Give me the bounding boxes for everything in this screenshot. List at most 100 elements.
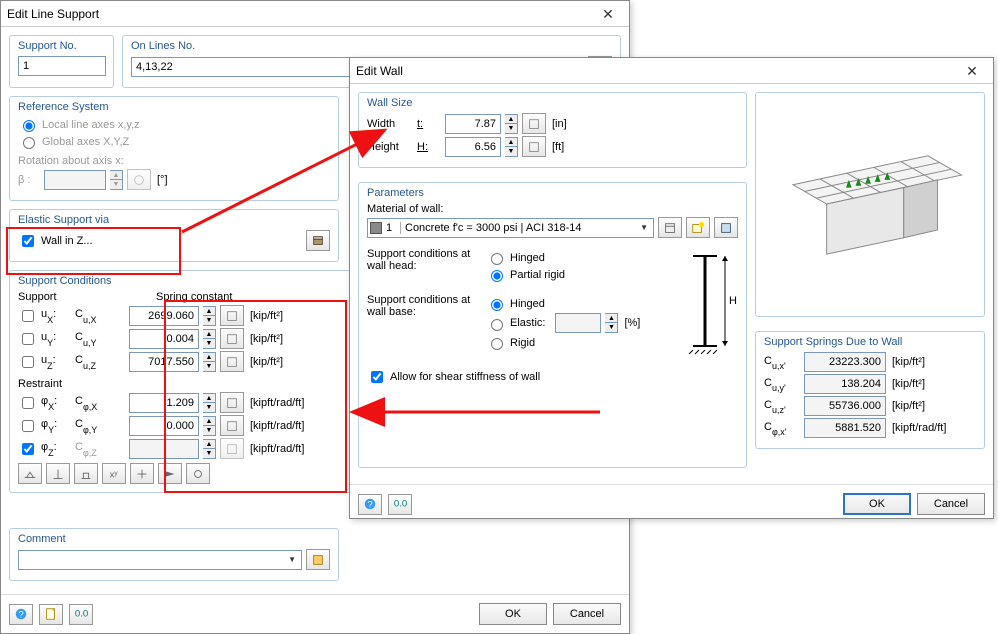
phy-checkbox[interactable]: [22, 420, 34, 432]
material-lib-icon[interactable]: [658, 217, 682, 238]
cuz-extra-icon[interactable]: [220, 351, 244, 372]
material-new-icon[interactable]: [686, 217, 710, 238]
material-num: 1: [386, 222, 400, 234]
ok-button-left[interactable]: OK: [479, 603, 547, 625]
wall-in-z-label: Wall in Z...: [41, 235, 93, 247]
wall-in-z-checkbox[interactable]: [22, 235, 34, 247]
s2-unit: [kip/ft²]: [892, 378, 925, 390]
head-hinged-radio[interactable]: [491, 253, 503, 265]
height-spinner[interactable]: ▲▼: [505, 137, 518, 157]
wall-3d-illustration: [764, 129, 976, 279]
uy-checkbox[interactable]: [22, 333, 34, 345]
notes-icon[interactable]: [39, 604, 63, 625]
on-lines-label: On Lines No.: [131, 40, 612, 52]
units-icon-right[interactable]: 0.00: [388, 494, 412, 515]
s3-unit: [kip/ft²]: [892, 400, 925, 412]
cphz-unit: [kipft/rad/ft]: [250, 443, 304, 455]
cphy-unit: [kipft/rad/ft]: [250, 420, 304, 432]
cuz-input[interactable]: [129, 352, 199, 372]
svg-text:?: ?: [18, 610, 23, 621]
beam-diagram-icon: H: [683, 246, 738, 356]
ux-checkbox[interactable]: [22, 310, 34, 322]
cancel-button-left[interactable]: Cancel: [553, 603, 621, 625]
cuy-input[interactable]: [129, 329, 199, 349]
phx-label: φX:: [41, 395, 71, 409]
cuy-extra-icon[interactable]: [220, 328, 244, 349]
cphy-spinner[interactable]: ▲▼: [203, 416, 216, 436]
titlebar-left: Edit Line Support ✕: [1, 1, 629, 27]
cphz-extra-icon: [220, 438, 244, 459]
tool-7-icon[interactable]: [186, 463, 210, 484]
help-icon[interactable]: ?: [9, 604, 33, 625]
cphx-input[interactable]: [129, 393, 199, 413]
height-extra-icon[interactable]: [522, 136, 546, 157]
refsys-global-radio[interactable]: [23, 137, 35, 149]
springs-title: Support Springs Due to Wall: [764, 336, 976, 348]
cphx-spinner[interactable]: ▲▼: [203, 393, 216, 413]
width-label: Width: [367, 118, 413, 130]
units-icon[interactable]: 0.00: [69, 604, 93, 625]
material-edit-icon[interactable]: [714, 217, 738, 238]
ok-button-right[interactable]: OK: [843, 493, 911, 515]
base-elastic-unit: [%]: [624, 317, 640, 329]
beta-spinner: ▲▼: [110, 170, 123, 190]
s4-label: Cφ,x': [764, 421, 800, 435]
material-swatch-icon: [370, 222, 382, 234]
svg-text:0.00: 0.00: [75, 609, 88, 620]
s1-unit: [kip/ft²]: [892, 356, 925, 368]
tool-5-icon[interactable]: [130, 463, 154, 484]
cphx-unit: [kipft/rad/ft]: [250, 397, 304, 409]
tool-2-icon[interactable]: [46, 463, 70, 484]
cphy-extra-icon[interactable]: [220, 415, 244, 436]
cphx-extra-icon[interactable]: [220, 392, 244, 413]
base-elastic-radio[interactable]: [491, 319, 503, 331]
cuz-unit: [kip/ft²]: [250, 356, 283, 368]
cuy-spinner[interactable]: ▲▼: [203, 329, 216, 349]
phz-checkbox[interactable]: [22, 443, 34, 455]
support-no-label: Support No.: [18, 40, 105, 52]
phx-checkbox[interactable]: [22, 397, 34, 409]
close-icon[interactable]: ✕: [593, 1, 623, 27]
cux-spinner[interactable]: ▲▼: [203, 306, 216, 326]
height-input[interactable]: [445, 137, 501, 157]
help-icon-right[interactable]: ?: [358, 494, 382, 515]
comment-pick-icon[interactable]: [306, 549, 330, 570]
cphy-label: Cφ,Y: [75, 418, 125, 432]
shear-checkbox[interactable]: [371, 371, 383, 383]
refsys-local-label: Local line axes x,y,z: [42, 119, 140, 131]
base-rigid-label: Rigid: [510, 337, 535, 349]
width-extra-icon[interactable]: [522, 113, 546, 134]
cancel-button-right[interactable]: Cancel: [917, 493, 985, 515]
cphz-label: Cφ,Z: [75, 441, 125, 455]
cux-label: Cu,X: [75, 308, 125, 322]
tool-6-icon[interactable]: [158, 463, 182, 484]
s2-label: Cu,y': [764, 377, 800, 391]
cuz-spinner[interactable]: ▲▼: [203, 352, 216, 372]
base-hinged-radio[interactable]: [491, 299, 503, 311]
comment-combo[interactable]: ▼: [18, 550, 302, 570]
material-label: Material of wall:: [367, 203, 443, 215]
base-rigid-radio[interactable]: [491, 338, 503, 350]
cphy-input[interactable]: [129, 416, 199, 436]
refsys-local-radio[interactable]: [23, 120, 35, 132]
width-input[interactable]: [445, 114, 501, 134]
base-elastic-spinner: ▲▼: [605, 313, 618, 333]
tool-1-icon[interactable]: [18, 463, 42, 484]
width-unit: [in]: [552, 118, 567, 130]
material-combo[interactable]: 1 Concrete f'c = 3000 psi | ACI 318-14 ▼: [367, 218, 654, 238]
head-partial-radio[interactable]: [491, 270, 503, 282]
width-spinner[interactable]: ▲▼: [505, 114, 518, 134]
tool-3-icon[interactable]: [74, 463, 98, 484]
height-sym: H:: [417, 141, 441, 153]
wall-in-z-edit-icon[interactable]: [306, 230, 330, 251]
tool-4-icon[interactable]: xʸ: [102, 463, 126, 484]
base-elastic-input: [555, 313, 601, 333]
close-icon-right[interactable]: ✕: [957, 58, 987, 84]
uz-checkbox[interactable]: [22, 356, 34, 368]
svg-text:xʸ: xʸ: [110, 469, 119, 480]
window-title-left: Edit Line Support: [7, 1, 593, 27]
cux-input[interactable]: [129, 306, 199, 326]
cux-extra-icon[interactable]: [220, 305, 244, 326]
edit-wall-dialog: Edit Wall ✕ Wall Size Width t: ▲▼ [in] H…: [349, 57, 994, 519]
support-no-input[interactable]: [18, 56, 106, 76]
